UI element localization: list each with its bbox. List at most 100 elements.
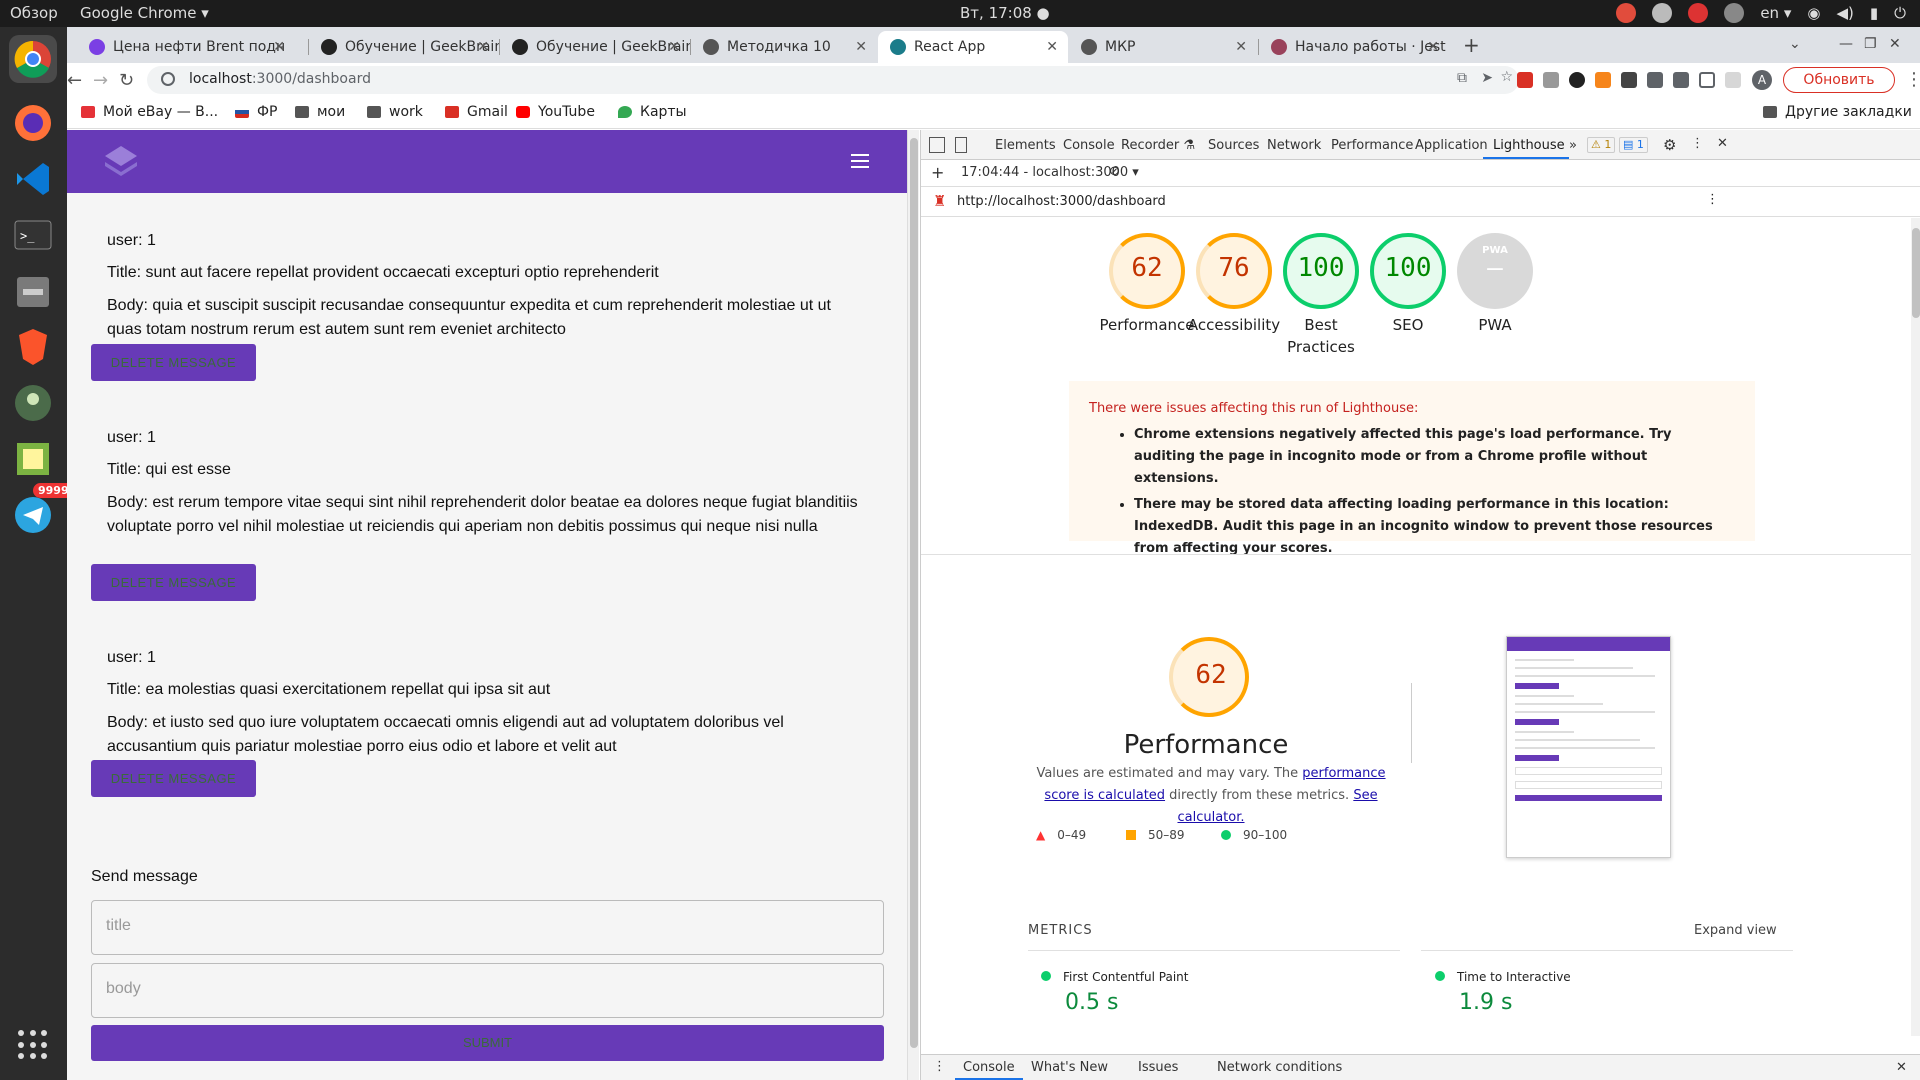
devtools-tab-sources[interactable]: Sources bbox=[1208, 138, 1259, 153]
tab-close-icon[interactable]: ✕ bbox=[273, 39, 285, 55]
keepassxc-launcher-icon[interactable] bbox=[9, 379, 57, 427]
drawer-tab-network-conditions[interactable]: Network conditions bbox=[1217, 1060, 1342, 1075]
address-bar[interactable]: localhost:3000/dashboard ⧉ ➤ ☆ bbox=[147, 66, 1519, 94]
drawer-tab-issues[interactable]: Issues bbox=[1138, 1060, 1178, 1075]
metamask-icon[interactable] bbox=[1595, 72, 1611, 88]
devtools-tab-elements[interactable]: Elements bbox=[995, 138, 1056, 153]
devtools-settings-icon[interactable]: ⚙ bbox=[1663, 136, 1676, 154]
restore-icon[interactable]: ❐ bbox=[1864, 36, 1877, 52]
bookmark-other[interactable]: Другие закладки bbox=[1763, 104, 1912, 120]
devtools-tab-performance[interactable]: Performance bbox=[1331, 138, 1413, 153]
translate-icon[interactable]: ⧉ bbox=[1457, 70, 1467, 86]
notes-launcher-icon[interactable] bbox=[9, 435, 57, 483]
delete-message-button[interactable]: DELETE MESSAGE bbox=[91, 564, 256, 601]
share-icon[interactable]: ➤ bbox=[1481, 70, 1493, 86]
report-menu-icon[interactable]: ⋮ bbox=[1706, 192, 1719, 207]
bookmark-fr[interactable]: ФР bbox=[235, 104, 278, 120]
chrome-launcher-icon[interactable] bbox=[9, 35, 57, 83]
volume-icon[interactable]: ◀) bbox=[1836, 4, 1853, 22]
tab-brent[interactable]: Цена нефти Brent подн ✕ bbox=[77, 31, 295, 63]
new-report-icon[interactable]: + bbox=[931, 163, 944, 182]
tab-mkr[interactable]: МКР ✕ bbox=[1069, 31, 1257, 63]
update-button[interactable]: Обновить bbox=[1783, 67, 1895, 93]
devtools-tab-application[interactable]: Application bbox=[1415, 138, 1488, 153]
extensions-puzzle-icon[interactable] bbox=[1647, 72, 1663, 88]
battery-icon[interactable]: ▮ bbox=[1870, 4, 1878, 22]
body-input[interactable]: body bbox=[91, 963, 884, 1018]
submit-button[interactable]: SUBMIT bbox=[91, 1025, 884, 1061]
tray-settings-icon[interactable] bbox=[1724, 3, 1745, 23]
devtools-tab-recorder[interactable]: Recorder ⚗ bbox=[1121, 138, 1195, 153]
tab-react-app[interactable]: React App ✕ bbox=[878, 31, 1068, 63]
drawer-menu-icon[interactable]: ⋮ bbox=[933, 1059, 946, 1074]
tab-search-icon[interactable]: ⌄ bbox=[1789, 36, 1801, 52]
power-icon[interactable]: ⏻ bbox=[1894, 4, 1906, 22]
tab-geekbrains-1[interactable]: Обучение | GeekBrains - ✕ bbox=[309, 31, 499, 63]
tab-close-icon[interactable]: ✕ bbox=[668, 39, 680, 55]
devtools-tab-lighthouse[interactable]: Lighthouse bbox=[1493, 138, 1565, 153]
device-toolbar-icon[interactable] bbox=[955, 137, 967, 153]
bookmark-gmail[interactable]: Gmail bbox=[445, 104, 508, 120]
tray-app-icon[interactable] bbox=[1616, 3, 1637, 23]
expand-view-toggle[interactable]: Expand view bbox=[1694, 923, 1777, 938]
more-tabs-icon[interactable]: » bbox=[1569, 138, 1577, 153]
telegram-launcher-icon[interactable]: 9999 bbox=[9, 483, 74, 539]
activities-button[interactable]: Обзор bbox=[10, 4, 58, 22]
devtools-tab-network[interactable]: Network bbox=[1267, 138, 1321, 153]
tab-metodichka[interactable]: Методичка 10 ✕ bbox=[691, 31, 877, 63]
new-tab-button[interactable]: + bbox=[1463, 33, 1480, 57]
title-input[interactable]: title bbox=[91, 900, 884, 955]
extension-icon[interactable] bbox=[1543, 72, 1559, 88]
menu-dots-icon[interactable]: ⋮ bbox=[1905, 69, 1920, 90]
close-window-icon[interactable]: ✕ bbox=[1889, 36, 1901, 52]
delete-message-button[interactable]: DELETE MESSAGE bbox=[91, 344, 256, 381]
bookmark-maps[interactable]: Карты bbox=[618, 104, 687, 120]
tab-close-icon[interactable]: ✕ bbox=[1235, 39, 1247, 55]
extension-icon[interactable] bbox=[1621, 72, 1637, 88]
bookmark-folder-work[interactable]: work bbox=[367, 104, 423, 120]
devtools-close-icon[interactable]: ✕ bbox=[1717, 136, 1728, 151]
files-launcher-icon[interactable] bbox=[9, 267, 57, 315]
devtools-tab-console[interactable]: Console bbox=[1063, 138, 1115, 153]
tray-block-icon[interactable] bbox=[1688, 3, 1709, 23]
tab-close-icon[interactable]: ✕ bbox=[477, 39, 489, 55]
extension-lighthouse-icon[interactable] bbox=[1517, 72, 1533, 88]
reading-list-icon[interactable] bbox=[1673, 72, 1689, 88]
clear-reports-icon[interactable]: ⊘ bbox=[1109, 164, 1120, 179]
profile-avatar[interactable]: A bbox=[1752, 70, 1772, 90]
clock[interactable]: Вт, 17:08 ● bbox=[960, 4, 1050, 22]
reload-icon[interactable]: ↻ bbox=[119, 70, 134, 91]
delete-message-button[interactable]: DELETE MESSAGE bbox=[91, 760, 256, 797]
vscode-launcher-icon[interactable] bbox=[9, 155, 57, 203]
side-panel-icon[interactable] bbox=[1699, 72, 1715, 88]
media-icon[interactable] bbox=[1725, 72, 1741, 88]
tab-jest[interactable]: Начало работы · Jest ✕ bbox=[1259, 31, 1449, 63]
drawer-tab-whats-new[interactable]: What's New bbox=[1031, 1060, 1108, 1075]
tab-close-icon[interactable]: ✕ bbox=[1046, 39, 1058, 55]
report-scrollbar[interactable] bbox=[1911, 218, 1920, 1036]
tab-geekbrains-2[interactable]: Обучение | GeekBrains - ✕ bbox=[500, 31, 690, 63]
inspect-element-icon[interactable] bbox=[929, 137, 945, 153]
wifi-icon[interactable]: ◉ bbox=[1807, 4, 1820, 22]
app-menu[interactable]: Google Chrome ▾ bbox=[80, 4, 209, 22]
language-indicator[interactable]: en ▾ bbox=[1760, 4, 1791, 22]
brave-launcher-icon[interactable] bbox=[9, 323, 57, 371]
tab-close-icon[interactable]: ✕ bbox=[855, 39, 867, 55]
bookmark-youtube[interactable]: YouTube bbox=[516, 104, 595, 120]
tray-dropbox-icon[interactable] bbox=[1652, 3, 1673, 23]
page-scrollbar[interactable] bbox=[907, 130, 919, 1080]
show-apps-icon[interactable] bbox=[18, 1030, 48, 1060]
page-screenshot-thumbnail[interactable] bbox=[1506, 636, 1671, 858]
info-badge[interactable]: ▤ 1 bbox=[1619, 137, 1648, 153]
extension-icon[interactable] bbox=[1569, 72, 1585, 88]
warnings-badge[interactable]: ⚠ 1 bbox=[1587, 137, 1616, 153]
terminal-launcher-icon[interactable]: >_ bbox=[9, 211, 57, 259]
drawer-close-icon[interactable]: ✕ bbox=[1896, 1060, 1907, 1075]
minimize-icon[interactable]: — bbox=[1839, 36, 1853, 52]
bookmark-folder-moi[interactable]: мои bbox=[295, 104, 345, 120]
tab-close-icon[interactable]: ✕ bbox=[1427, 39, 1439, 55]
drawer-tab-console[interactable]: Console bbox=[955, 1060, 1023, 1080]
devtools-menu-icon[interactable]: ⋮ bbox=[1691, 136, 1704, 151]
back-icon[interactable]: ← bbox=[67, 70, 82, 91]
bookmark-star-icon[interactable]: ☆ bbox=[1500, 69, 1513, 85]
